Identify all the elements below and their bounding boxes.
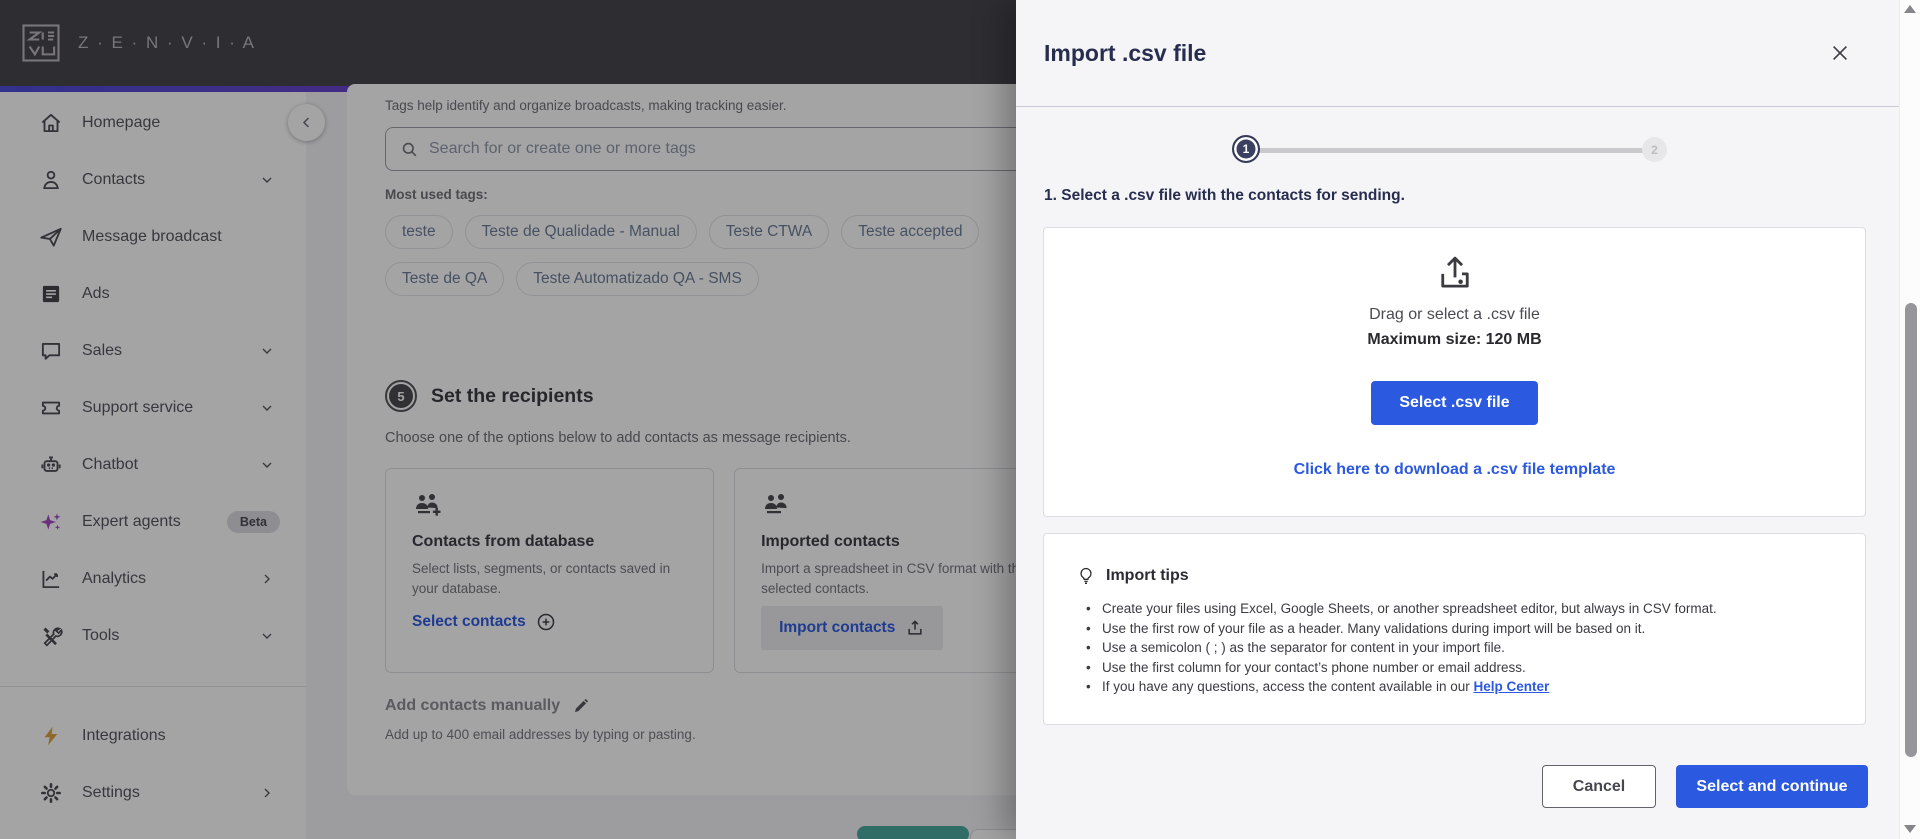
upload-dropzone[interactable]: Drag or select a .csv file Maximum size:… xyxy=(1043,227,1866,517)
max-size-label: Maximum size: 120 MB xyxy=(1367,331,1542,348)
tips-list: Create your files using Excel, Google Sh… xyxy=(1076,599,1835,697)
drag-label: Drag or select a .csv file xyxy=(1369,306,1540,323)
step-instruction: 1. Select a .csv file with the contacts … xyxy=(1044,187,1405,204)
import-tips-card: Import tips Create your files using Exce… xyxy=(1043,533,1866,725)
tip-item: Create your files using Excel, Google Sh… xyxy=(1076,599,1835,619)
select-csv-file-button[interactable]: Select .csv file xyxy=(1371,381,1538,425)
help-center-link[interactable]: Help Center xyxy=(1473,679,1549,694)
tip-text: Use the first row of your file as a head… xyxy=(1102,620,1646,636)
tip-item: Use the first row of your file as a head… xyxy=(1076,619,1835,639)
tip-item: Use the first column for your contact’s … xyxy=(1076,658,1835,678)
scrollbar-up-arrow[interactable] xyxy=(1904,5,1916,13)
drawer-header: Import .csv file xyxy=(1016,0,1899,107)
download-template-link[interactable]: Click here to download a .csv file templ… xyxy=(1294,461,1616,479)
tip-text: Create your files using Excel, Google Sh… xyxy=(1102,601,1717,616)
tip-item: Use a semicolon ( ; ) as the separator f… xyxy=(1076,638,1835,658)
stepper-connector xyxy=(1256,148,1656,153)
scrollbar-thumb[interactable] xyxy=(1904,303,1917,757)
import-csv-drawer: Import .csv file 1 2 1. Select a .csv fi… xyxy=(1016,0,1899,839)
stepper: 1 2 xyxy=(1016,135,1899,165)
cancel-button[interactable]: Cancel xyxy=(1542,765,1656,808)
import-tips-title: Import tips xyxy=(1106,567,1189,584)
scrollbar xyxy=(1899,0,1920,839)
stepper-step-1: 1 xyxy=(1232,135,1260,163)
tip-item: If you have any questions, access the co… xyxy=(1076,677,1835,697)
drawer-footer: Cancel Select and continue xyxy=(1016,745,1899,839)
lightbulb-icon xyxy=(1080,567,1092,584)
app-window: Z · E · N · V · I · A Homepage Contacts xyxy=(0,0,1920,839)
tip-text: Use a semicolon ( ; ) as the separator f… xyxy=(1102,640,1505,655)
upload-tray-icon xyxy=(1440,256,1469,288)
stepper-step-2: 2 xyxy=(1642,137,1667,162)
scrollbar-down-arrow[interactable] xyxy=(1904,825,1916,833)
tip-text: Use the first column for your contact’s … xyxy=(1102,659,1526,675)
drawer-title: Import .csv file xyxy=(1044,40,1207,66)
close-button[interactable] xyxy=(1829,38,1859,68)
close-icon xyxy=(1832,45,1848,61)
tip-text: If you have any questions, access the co… xyxy=(1102,679,1474,694)
drawer-body: 1 2 1. Select a .csv file with the conta… xyxy=(1016,107,1899,745)
select-and-continue-button[interactable]: Select and continue xyxy=(1676,765,1868,808)
